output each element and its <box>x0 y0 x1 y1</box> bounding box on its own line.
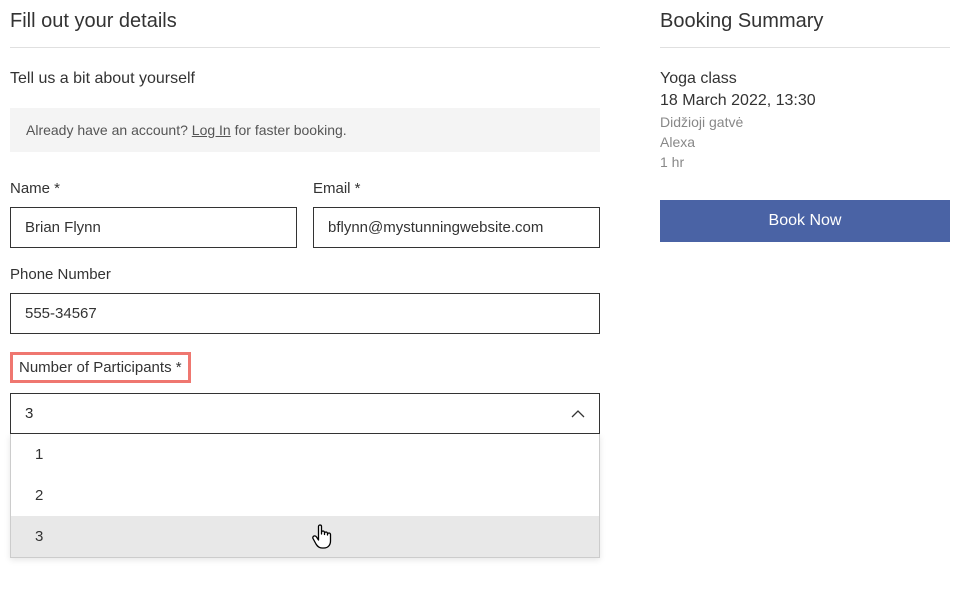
account-banner-suffix: for faster booking. <box>231 122 347 138</box>
participants-selected-value: 3 <box>25 405 33 422</box>
email-input[interactable] <box>313 207 600 248</box>
account-banner: Already have an account? Log In for fast… <box>10 108 600 152</box>
participants-label: Number of Participants * <box>10 352 191 383</box>
summary-duration: 1 hr <box>660 154 950 170</box>
participants-dropdown-list: 1 2 3 <box>10 434 600 558</box>
participants-option-1[interactable]: 1 <box>11 434 599 475</box>
summary-staff: Alexa <box>660 134 950 150</box>
form-title: Fill out your details <box>10 10 600 48</box>
phone-label: Phone Number <box>10 266 600 283</box>
summary-title: Booking Summary <box>660 10 950 48</box>
login-link[interactable]: Log In <box>192 122 231 138</box>
participants-option-2[interactable]: 2 <box>11 475 599 516</box>
summary-location: Didžioji gatvė <box>660 114 950 130</box>
summary-datetime: 18 March 2022, 13:30 <box>660 92 950 110</box>
participants-option-3[interactable]: 3 <box>11 516 599 557</box>
phone-input[interactable] <box>10 293 600 334</box>
book-now-button[interactable]: Book Now <box>660 200 950 242</box>
participants-select[interactable]: 3 <box>10 393 600 434</box>
participants-option-3-label: 3 <box>35 528 43 545</box>
account-banner-prefix: Already have an account? <box>26 122 192 138</box>
name-label: Name * <box>10 180 297 197</box>
summary-service: Yoga class <box>660 70 950 88</box>
cursor-pointer-icon <box>311 524 333 550</box>
email-label: Email * <box>313 180 600 197</box>
form-subtitle: Tell us a bit about yourself <box>10 70 600 88</box>
name-input[interactable] <box>10 207 297 248</box>
chevron-up-icon <box>571 405 585 422</box>
